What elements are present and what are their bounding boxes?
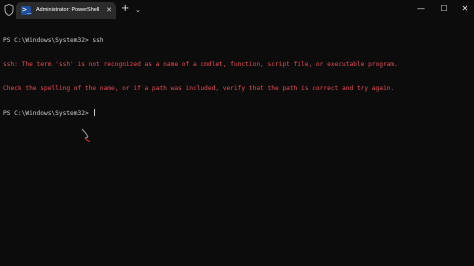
- maximize-button[interactable]: ☐: [435, 2, 453, 16]
- shield-icon: [4, 4, 14, 16]
- minimize-button[interactable]: —: [412, 2, 430, 16]
- close-tab-icon[interactable]: ✕: [106, 4, 112, 16]
- error-line: Check the spelling of the name, or if a …: [3, 85, 395, 92]
- tab-powershell[interactable]: >_ Administrator: PowerShell ✕: [16, 2, 116, 19]
- error-line: ssh: The term 'ssh' is not recognized as…: [3, 61, 398, 68]
- title-bar: >_ Administrator: PowerShell ✕ + ⌄ — ☐ ✕: [0, 0, 474, 20]
- close-button[interactable]: ✕: [456, 2, 474, 16]
- loading-cursor-icon: [81, 128, 91, 143]
- powershell-icon-glyph: >_: [22, 5, 32, 14]
- console-line: PS C:\Windows\System32> ssh: [3, 37, 104, 44]
- powershell-icon: >_: [21, 5, 32, 15]
- tab-title: Administrator: PowerShell: [36, 7, 100, 13]
- prompt-text: PS C:\Windows\System32>: [3, 110, 93, 117]
- new-tab-button[interactable]: +: [121, 3, 129, 15]
- prompt-line[interactable]: PS C:\Windows\System32>: [3, 109, 471, 117]
- terminal-output[interactable]: PS C:\Windows\System32> ssh ssh: The ter…: [3, 21, 471, 261]
- text-cursor: [94, 109, 96, 116]
- chevron-down-icon[interactable]: ⌄: [135, 4, 141, 16]
